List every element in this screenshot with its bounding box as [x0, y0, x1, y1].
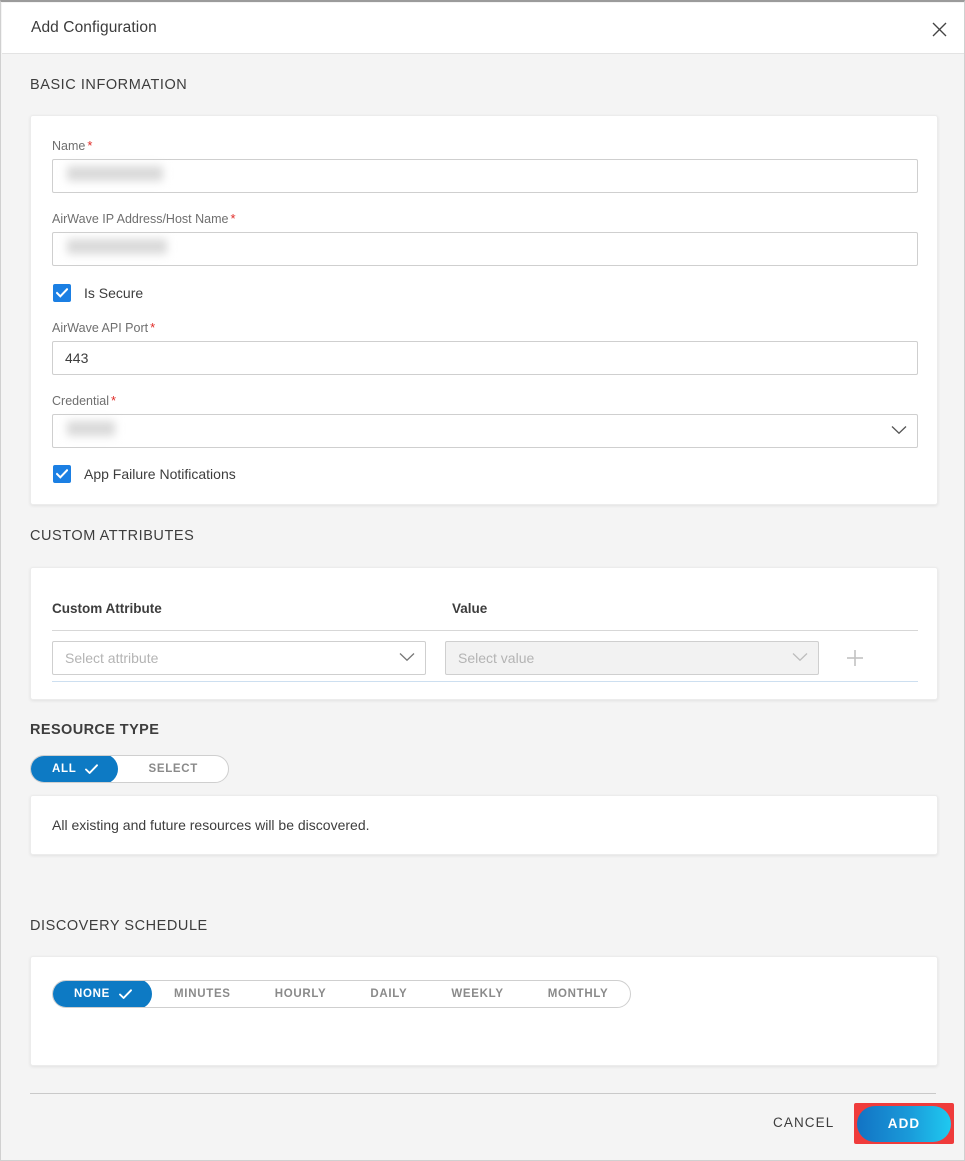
discovery-schedule-option-monthly[interactable]: MONTHLY — [526, 980, 631, 1008]
check-icon — [119, 989, 132, 1000]
discovery-schedule-option-none[interactable]: NONE — [52, 980, 152, 1008]
host-required-marker: * — [228, 211, 235, 226]
discovery-schedule-option-weekly-label: WEEKLY — [451, 988, 503, 1000]
basic-information-card: Name* AirWave IP Address/Host Name* Is S… — [30, 115, 938, 505]
resource-type-option-all-label: ALL — [52, 763, 76, 775]
chevron-down-icon — [792, 649, 808, 667]
resource-type-info-card: All existing and future resources will b… — [30, 795, 938, 855]
host-label-text: AirWave IP Address/Host Name — [52, 212, 228, 226]
discovery-schedule-option-daily[interactable]: DAILY — [348, 980, 429, 1008]
api-port-label-text: AirWave API Port — [52, 321, 148, 335]
name-label-text: Name — [52, 139, 85, 153]
value-select-placeholder: Select value — [458, 650, 792, 666]
add-button[interactable]: ADD — [857, 1106, 951, 1142]
discovery-schedule-option-minutes[interactable]: MINUTES — [152, 980, 253, 1008]
column-header-value: Value — [452, 601, 487, 616]
table-row-divider — [52, 681, 918, 682]
section-heading-custom-attributes: CUSTOM ATTRIBUTES — [30, 528, 194, 544]
discovery-schedule-option-hourly[interactable]: HOURLY — [253, 980, 349, 1008]
app-failure-notifications-checkbox-row[interactable]: App Failure Notifications — [53, 465, 236, 483]
dialog-title: Add Configuration — [31, 19, 157, 37]
credential-select[interactable] — [52, 414, 918, 448]
host-input[interactable] — [52, 232, 918, 266]
api-port-input[interactable] — [52, 341, 918, 375]
api-port-required-marker: * — [148, 320, 155, 335]
section-heading-resource-type: RESOURCE TYPE — [30, 722, 159, 738]
checkbox-checked-icon[interactable] — [53, 284, 71, 302]
app-failure-notifications-label: App Failure Notifications — [84, 466, 236, 482]
chevron-down-icon — [399, 649, 415, 667]
discovery-schedule-option-monthly-label: MONTHLY — [548, 988, 609, 1000]
credential-label: Credential* — [52, 393, 116, 408]
name-label: Name* — [52, 138, 92, 153]
credential-required-marker: * — [109, 393, 116, 408]
discovery-schedule-option-minutes-label: MINUTES — [174, 988, 231, 1000]
checkbox-checked-icon[interactable] — [53, 465, 71, 483]
is-secure-checkbox-row[interactable]: Is Secure — [53, 284, 143, 302]
discovery-schedule-option-daily-label: DAILY — [370, 988, 407, 1000]
discovery-schedule-option-hourly-label: HOURLY — [275, 988, 327, 1000]
is-secure-label: Is Secure — [84, 285, 143, 301]
chevron-down-icon — [891, 422, 907, 440]
table-header-divider — [52, 630, 918, 631]
discovery-schedule-card: NONE MINUTES HOURLY DAILY WEEKLY MONT — [30, 956, 938, 1066]
dialog-header: Add Configuration — [2, 3, 964, 54]
value-select[interactable]: Select value — [445, 641, 819, 675]
credential-label-text: Credential — [52, 394, 109, 408]
resource-type-info-text: All existing and future resources will b… — [52, 817, 370, 833]
column-header-custom-attribute: Custom Attribute — [52, 601, 162, 616]
name-required-marker: * — [85, 138, 92, 153]
discovery-schedule-toggle-group[interactable]: NONE MINUTES HOURLY DAILY WEEKLY MONT — [52, 980, 631, 1008]
resource-type-option-select[interactable]: SELECT — [118, 755, 228, 783]
footer-divider — [30, 1093, 936, 1094]
custom-attributes-card: Custom Attribute Value Select attribute … — [30, 567, 938, 700]
add-button-highlight: ADD — [854, 1103, 954, 1144]
section-heading-discovery-schedule: DISCOVERY SCHEDULE — [30, 918, 208, 934]
section-heading-basic-information: BASIC INFORMATION — [30, 77, 187, 93]
close-icon[interactable] — [926, 16, 952, 42]
name-input[interactable] — [52, 159, 918, 193]
plus-icon[interactable] — [842, 645, 868, 671]
api-port-label: AirWave API Port* — [52, 320, 155, 335]
discovery-schedule-option-none-label: NONE — [74, 988, 110, 1000]
resource-type-toggle-group[interactable]: ALL SELECT — [30, 755, 229, 783]
resource-type-option-select-label: SELECT — [148, 763, 198, 775]
resource-type-option-all[interactable]: ALL — [30, 755, 118, 783]
host-label: AirWave IP Address/Host Name* — [52, 211, 236, 226]
custom-attribute-select-placeholder: Select attribute — [65, 650, 399, 666]
discovery-schedule-option-weekly[interactable]: WEEKLY — [429, 980, 525, 1008]
custom-attribute-select[interactable]: Select attribute — [52, 641, 426, 675]
add-configuration-dialog: Add Configuration BASIC INFORMATION Name… — [0, 0, 965, 1161]
check-icon — [85, 764, 98, 775]
cancel-button[interactable]: CANCEL — [773, 1115, 834, 1130]
